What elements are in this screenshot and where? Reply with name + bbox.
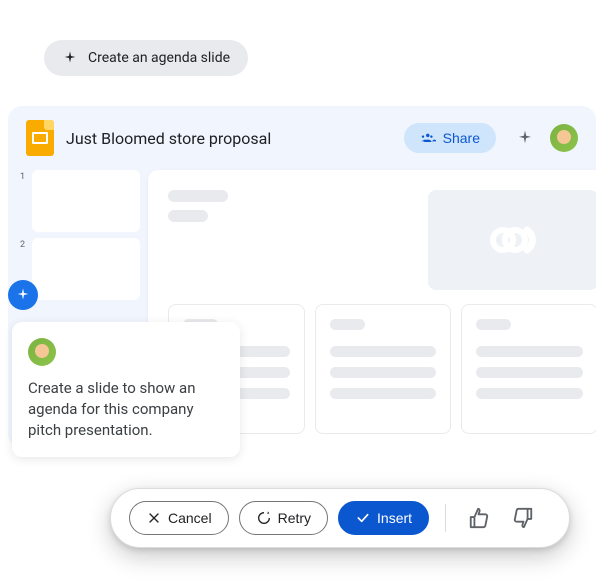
close-icon — [146, 510, 162, 526]
suggestion-pill[interactable]: Create an agenda slide — [44, 40, 248, 76]
share-button[interactable]: Share — [404, 123, 496, 153]
skeleton-text — [476, 346, 583, 357]
sparkle-icon[interactable] — [516, 129, 534, 147]
skeleton-text — [476, 388, 583, 399]
skeleton-text — [168, 210, 208, 222]
app-header: Just Bloomed store proposal Share — [8, 106, 596, 170]
skeleton-text — [330, 346, 437, 357]
logo-placeholder-icon — [483, 220, 543, 260]
slides-logo-icon — [26, 120, 54, 156]
avatar — [28, 338, 56, 366]
refresh-icon — [256, 510, 272, 526]
skeleton-text — [330, 388, 437, 399]
canvas-area — [148, 170, 596, 300]
sparkle-icon — [62, 50, 78, 66]
app-body: 1 2 — [8, 170, 596, 300]
check-icon — [355, 510, 371, 526]
thumbnail-row[interactable]: 2 — [20, 238, 140, 300]
avatar[interactable] — [550, 124, 578, 152]
thumbs-down-icon — [512, 507, 534, 529]
content-cell — [461, 304, 596, 434]
thumbs-up-button[interactable] — [462, 501, 496, 535]
retry-label: Retry — [278, 510, 311, 526]
insert-button[interactable]: Insert — [338, 501, 429, 535]
thumbnail-number: 2 — [20, 238, 28, 250]
skeleton-text — [330, 367, 437, 378]
cancel-label: Cancel — [168, 510, 212, 526]
content-cell — [315, 304, 452, 434]
insert-label: Insert — [377, 510, 412, 526]
thumbnail-panel: 1 2 — [20, 170, 140, 300]
retry-button[interactable]: Retry — [239, 501, 328, 535]
prompt-text: Create a slide to show an agenda for thi… — [28, 378, 224, 441]
skeleton-text — [330, 319, 365, 330]
slide-thumbnail[interactable] — [32, 238, 140, 300]
action-bar: Cancel Retry Insert — [110, 488, 570, 548]
thumbs-down-button[interactable] — [506, 501, 540, 535]
skeleton-text — [476, 319, 511, 330]
divider — [445, 504, 446, 532]
skeleton-text — [476, 367, 583, 378]
thumbs-up-icon — [468, 507, 490, 529]
skeleton-text — [168, 190, 228, 202]
image-placeholder — [428, 190, 596, 290]
thumbnail-row[interactable]: 1 — [20, 170, 140, 232]
share-label: Share — [443, 130, 480, 146]
document-title[interactable]: Just Bloomed store proposal — [66, 129, 392, 148]
cancel-button[interactable]: Cancel — [129, 501, 229, 535]
people-icon — [420, 130, 436, 146]
ai-badge-icon[interactable] — [8, 280, 38, 310]
suggestion-label: Create an agenda slide — [88, 50, 230, 66]
thumbnail-number: 1 — [20, 170, 28, 182]
prompt-card: Create a slide to show an agenda for thi… — [12, 322, 240, 457]
slide-thumbnail[interactable] — [32, 170, 140, 232]
